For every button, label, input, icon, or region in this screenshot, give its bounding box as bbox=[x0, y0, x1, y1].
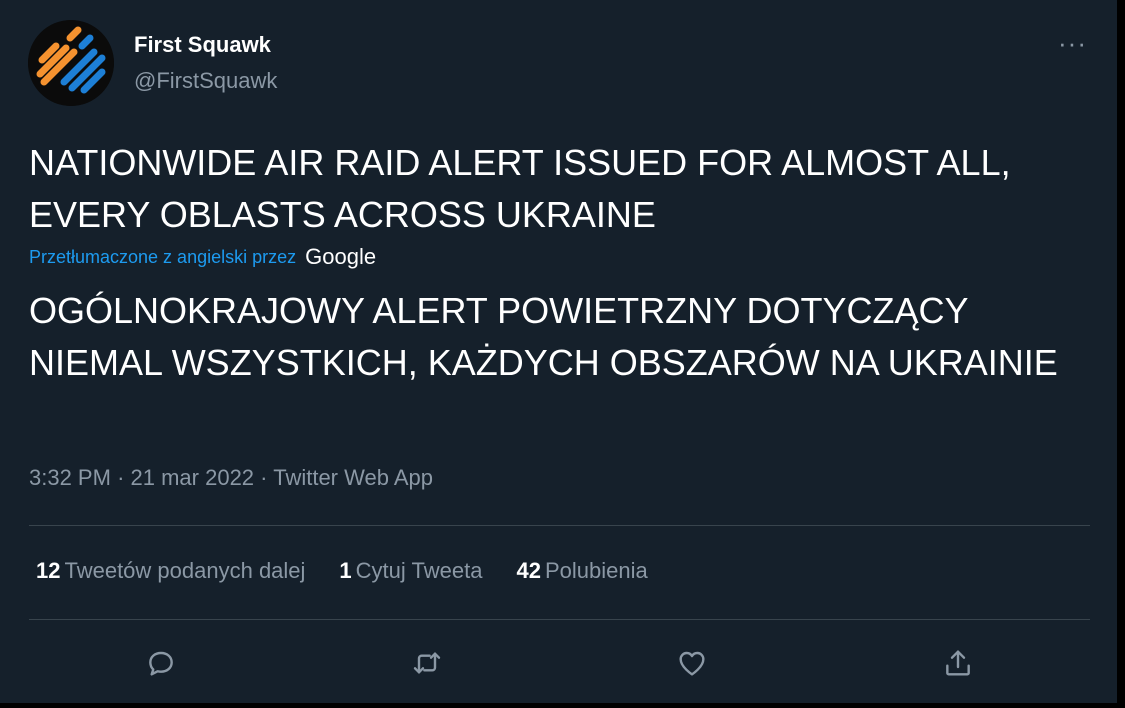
tweet-date[interactable]: 21 mar 2022 bbox=[131, 465, 255, 490]
google-label: Google bbox=[305, 244, 377, 269]
share-icon bbox=[946, 650, 970, 676]
avatar[interactable] bbox=[28, 20, 114, 106]
quotes-stat[interactable]: 1 Cytuj Tweeta bbox=[339, 558, 482, 584]
meta-separator: · bbox=[117, 465, 125, 490]
tweet-time[interactable]: 3:32 PM bbox=[29, 465, 111, 490]
likes-label: Polubienia bbox=[544, 558, 648, 583]
meta-separator: · bbox=[260, 465, 268, 490]
retweets-count: 12 bbox=[36, 558, 61, 583]
divider bbox=[29, 525, 1090, 526]
translation-attribution[interactable]: Przetłumaczone z angielski przez Google bbox=[29, 244, 376, 270]
reply-icon bbox=[149, 651, 173, 676]
retweets-label: Tweetów podanych dalej bbox=[64, 558, 306, 583]
author-handle[interactable]: @FirstSquawk bbox=[134, 68, 277, 94]
tweet-source[interactable]: Twitter Web App bbox=[273, 465, 433, 490]
tweet-card: First Squawk @FirstSquawk ··· NATIONWIDE… bbox=[0, 0, 1117, 703]
retweets-stat[interactable]: 12 Tweetów podanych dalej bbox=[36, 558, 305, 584]
likes-count: 42 bbox=[516, 558, 541, 583]
tweet-translated-text: OGÓLNOKRAJOWY ALERT POWIETRZNY DOTYCZĄCY… bbox=[29, 290, 1058, 383]
like-icon bbox=[679, 651, 705, 676]
retweet-button[interactable] bbox=[407, 643, 447, 683]
tweet-original-text: NATIONWIDE AIR RAID ALERT ISSUED FOR ALM… bbox=[29, 142, 1011, 235]
reply-button[interactable] bbox=[141, 643, 181, 683]
more-options-icon[interactable]: ··· bbox=[1058, 28, 1087, 59]
engagement-stats: 12 Tweetów podanych dalej 1 Cytuj Tweeta 4… bbox=[36, 558, 648, 584]
quotes-count: 1 bbox=[339, 558, 352, 583]
retweet-icon bbox=[413, 652, 441, 674]
tweet-metadata: 3:32 PM · 21 mar 2022 · Twitter Web App bbox=[29, 465, 433, 491]
translation-label: Przetłumaczone z angielski przez bbox=[29, 247, 297, 267]
author-display-name[interactable]: First Squawk bbox=[134, 32, 271, 58]
quotes-label: Cytuj Tweeta bbox=[355, 558, 483, 583]
likes-stat[interactable]: 42 Polubienia bbox=[516, 558, 647, 584]
share-button[interactable] bbox=[938, 643, 978, 683]
like-button[interactable] bbox=[672, 643, 712, 683]
divider bbox=[29, 619, 1090, 620]
first-squawk-logo-icon bbox=[28, 20, 114, 106]
